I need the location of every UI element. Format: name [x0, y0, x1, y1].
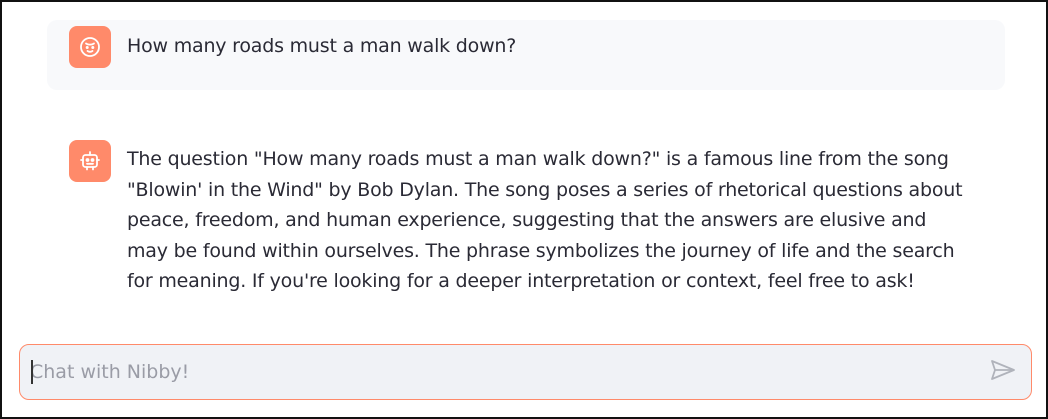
robot-icon: [78, 149, 102, 173]
chat-input[interactable]: [30, 345, 960, 398]
send-icon: [990, 359, 1016, 385]
chat-message-assistant: The question "How many roads must a man …: [47, 130, 1005, 330]
chat-message-user: How many roads must a man walk down?: [47, 20, 1005, 90]
face-icon: [78, 35, 102, 59]
assistant-avatar: [69, 140, 111, 182]
send-button[interactable]: [989, 359, 1017, 385]
chat-message-text: How many roads must a man walk down?: [127, 35, 517, 57]
chat-input-container[interactable]: [19, 344, 1032, 400]
text-caret: [31, 360, 33, 384]
user-avatar: [69, 26, 111, 68]
chat-message-text: The question "How many roads must a man …: [127, 148, 963, 292]
chat-window: How many roads must a man walk down? The…: [0, 0, 1048, 419]
